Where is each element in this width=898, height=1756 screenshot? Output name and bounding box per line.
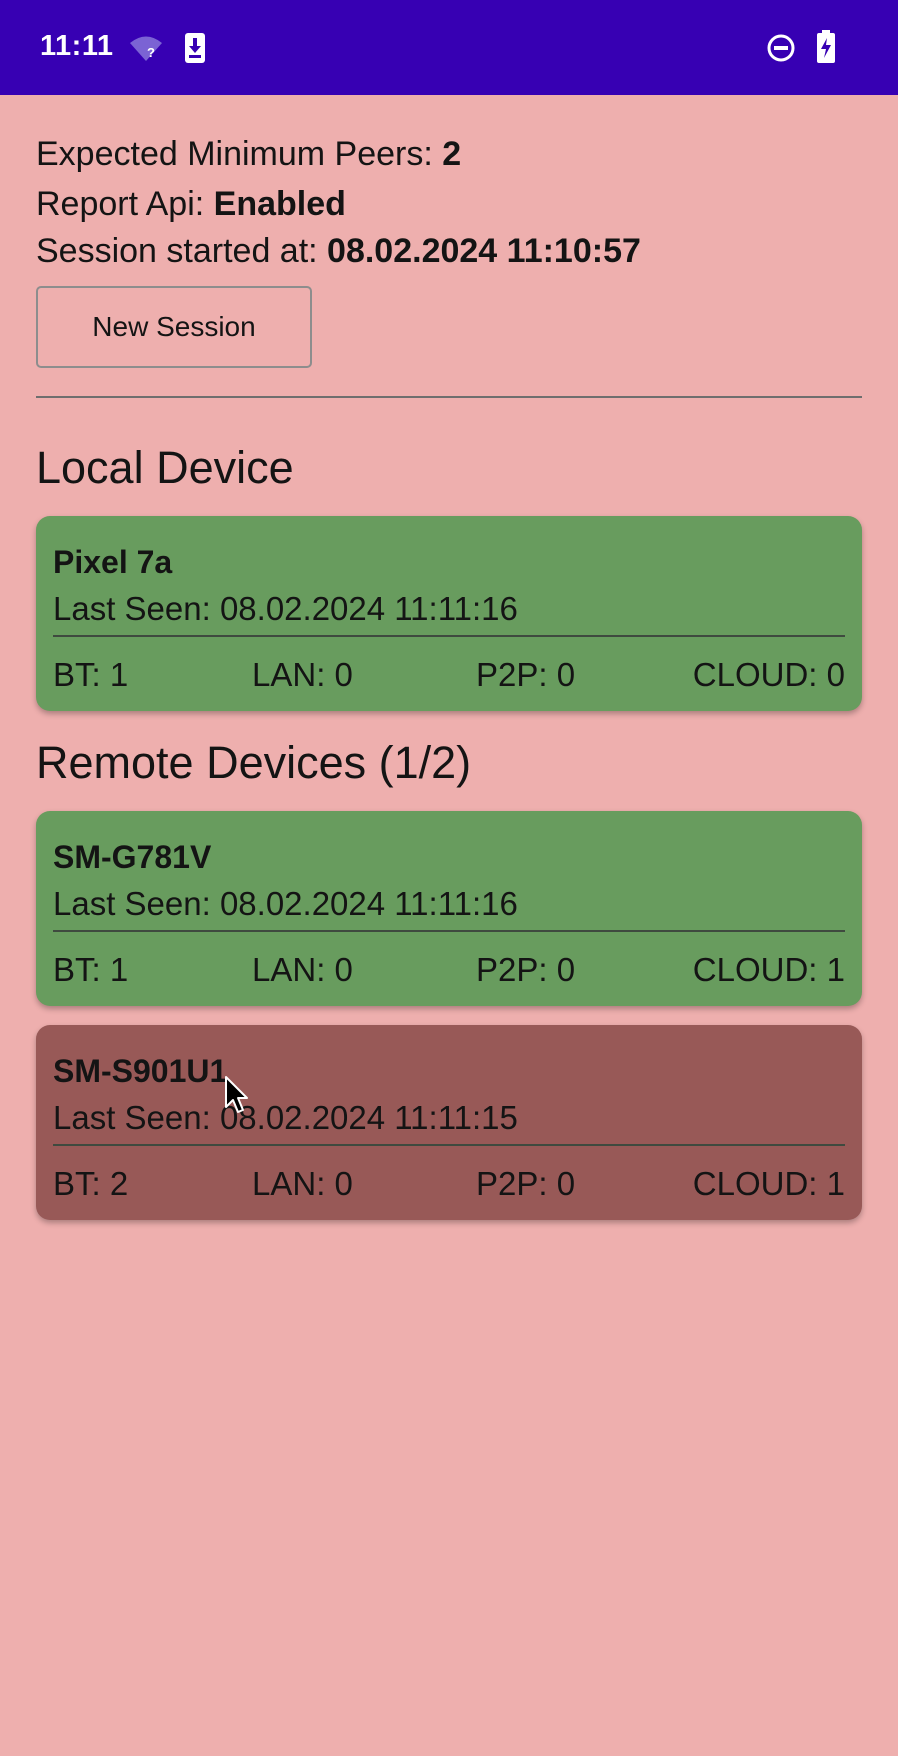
local-device-card[interactable]: Pixel 7a Last Seen: 08.02.2024 11:11:16 … [36, 516, 862, 711]
lan-count: LAN: 0 [252, 1165, 353, 1202]
p2p-count: P2P: 0 [476, 656, 576, 693]
cloud-count: CLOUD: 1 [692, 1165, 845, 1202]
battery-charging-icon [816, 30, 836, 69]
report-api-line: Report Api: Enabled [36, 185, 346, 224]
session-line: Session started at: 08.02.2024 11:10:57 [36, 232, 641, 271]
wifi-unknown-icon: ? [128, 34, 164, 67]
remote-devices-title: Remote Devices (1/2) [36, 737, 472, 788]
bt-count: BT: 1 [53, 656, 129, 693]
report-api-label: Report Api: [36, 185, 214, 223]
svg-text:?: ? [147, 45, 155, 60]
status-time: 11:11 [40, 30, 114, 62]
mouse-cursor-icon [224, 1075, 250, 1120]
min-peers-value: 2 [442, 135, 462, 173]
session-label: Session started at: [36, 232, 328, 270]
device-name: Pixel 7a [53, 544, 173, 580]
session-value: 08.02.2024 11:10:57 [327, 232, 641, 270]
remote-device-card[interactable]: SM-S901U1 Last Seen: 08.02.2024 11:11:15… [36, 1025, 862, 1220]
section-divider [36, 396, 862, 398]
min-peers-line: Expected Minimum Peers: 2 [36, 135, 461, 174]
new-session-button[interactable]: New Session [36, 286, 312, 368]
card-divider [53, 930, 845, 932]
remote-device-card[interactable]: SM-G781V Last Seen: 08.02.2024 11:11:16 … [36, 811, 862, 1006]
bt-count: BT: 1 [53, 951, 129, 988]
min-peers-label: Expected Minimum Peers: [36, 135, 443, 173]
device-name: SM-G781V [53, 839, 212, 875]
download-icon [184, 32, 206, 69]
cloud-count: CLOUD: 1 [692, 951, 845, 988]
status-bar: 11:11 ? [0, 0, 898, 95]
device-last-seen: Last Seen: 08.02.2024 11:11:16 [53, 885, 518, 922]
device-last-seen: Last Seen: 08.02.2024 11:11:15 [53, 1099, 518, 1136]
local-device-title: Local Device [36, 442, 294, 493]
cloud-count: CLOUD: 0 [692, 656, 845, 693]
bt-count: BT: 2 [53, 1165, 129, 1202]
p2p-count: P2P: 0 [476, 951, 576, 988]
device-name: SM-S901U1 [53, 1053, 228, 1089]
do-not-disturb-icon [766, 33, 796, 68]
device-last-seen: Last Seen: 08.02.2024 11:11:16 [53, 590, 518, 627]
p2p-count: P2P: 0 [476, 1165, 576, 1202]
report-api-value: Enabled [213, 185, 346, 223]
card-divider [53, 635, 845, 637]
lan-count: LAN: 0 [252, 951, 353, 988]
card-divider [53, 1144, 845, 1146]
lan-count: LAN: 0 [252, 656, 353, 693]
